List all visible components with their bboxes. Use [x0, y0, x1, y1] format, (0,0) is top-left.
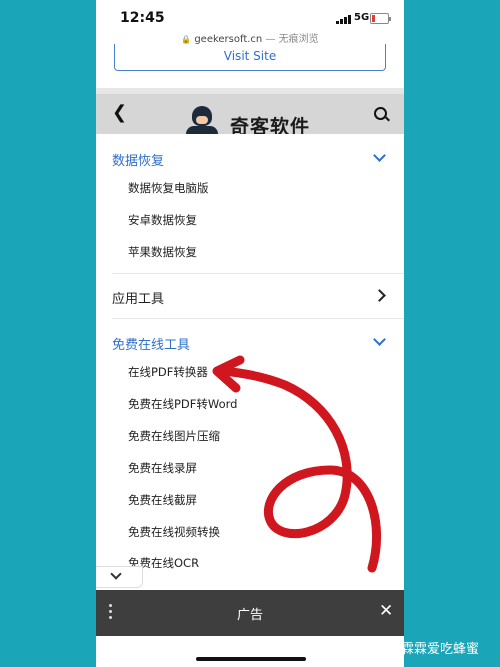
back-icon[interactable]: ❮ [112, 102, 127, 123]
menu-item[interactable]: 免费在线录屏 [128, 460, 197, 476]
battery-icon [370, 13, 391, 24]
status-time: 12:45 [120, 10, 165, 26]
visit-site-button[interactable]: Visit Site [114, 44, 386, 71]
logo-icon [184, 106, 220, 134]
menu-section-data-recovery[interactable]: 数据恢复 [112, 150, 164, 169]
home-indicator [196, 657, 306, 661]
close-icon[interactable]: ✕ [379, 601, 393, 621]
divider [112, 273, 404, 274]
watermark-text: 旅行的霖霖爱吃蜂蜜 [362, 642, 480, 657]
network-label: 5G [354, 12, 370, 23]
ad-label: 广告 [236, 608, 263, 623]
chevron-right-icon[interactable] [373, 289, 386, 302]
divider [112, 318, 404, 319]
menu-item[interactable]: 数据恢复电脑版 [128, 180, 209, 196]
menu-item[interactable]: 免费在线PDF转Word [128, 396, 237, 412]
collapse-tab[interactable] [96, 566, 143, 588]
menu-section-app-tools[interactable]: 应用工具 [112, 288, 164, 307]
chevron-down-icon [110, 568, 122, 580]
signal-icon [336, 14, 352, 24]
watermark: ♥ 旅行的霖霖爱吃蜂蜜 [344, 638, 479, 658]
menu-section-online-tools[interactable]: 免费在线工具 [112, 334, 190, 353]
watermark-logo-icon: ♥ [344, 641, 360, 658]
search-icon[interactable] [374, 107, 387, 120]
menu-item[interactable]: 免费在线图片压缩 [128, 428, 220, 444]
phone-screen: 12:45 5G 🔒 geekersoft.cn — 无痕浏览 Visit Sit… [96, 0, 404, 667]
menu-item[interactable]: 苹果数据恢复 [128, 244, 197, 260]
logo-text: 奇客软件 [230, 116, 311, 134]
address-bar[interactable]: 🔒 geekersoft.cn — 无痕浏览 [96, 30, 404, 45]
chevron-down-icon[interactable] [373, 149, 386, 162]
lock-icon: 🔒 [181, 35, 192, 44]
menu-item[interactable]: 安卓数据恢复 [128, 212, 197, 228]
menu-item[interactable]: 免费在线截屏 [128, 492, 197, 508]
site-header: ❮ 奇客软件 [96, 94, 404, 134]
menu-item[interactable]: 免费在线视频转换 [128, 524, 220, 540]
chevron-down-icon[interactable] [373, 333, 386, 346]
ad-bar: 广告 ✕ [96, 590, 404, 636]
menu-item[interactable]: 在线PDF转换器 [128, 364, 208, 380]
